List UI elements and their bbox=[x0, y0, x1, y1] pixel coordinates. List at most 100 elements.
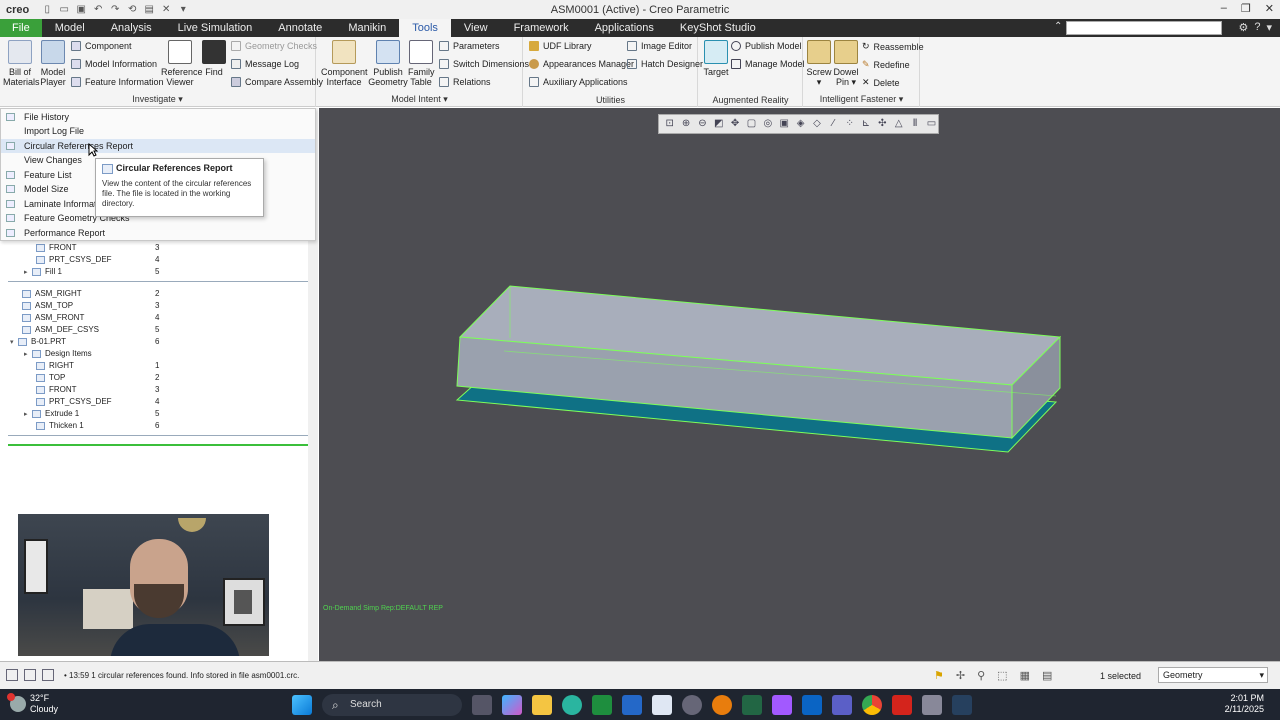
taskbar-search[interactable]: Search bbox=[322, 694, 462, 716]
chrome-icon[interactable] bbox=[862, 695, 882, 715]
tree-row[interactable]: FRONT bbox=[36, 385, 77, 394]
tree-row[interactable]: ASM_RIGHT bbox=[22, 289, 82, 298]
menu-item-import-log-file[interactable]: Import Log File bbox=[1, 124, 315, 138]
edge-icon[interactable] bbox=[562, 695, 582, 715]
redo-icon[interactable]: ↷ bbox=[109, 4, 121, 16]
settings-app-icon[interactable] bbox=[682, 695, 702, 715]
screw-button[interactable]: Screw ▾ bbox=[806, 40, 832, 87]
component-button[interactable]: Component bbox=[71, 41, 132, 51]
browser-toggle-icon[interactable] bbox=[24, 669, 36, 681]
file-explorer-icon[interactable] bbox=[532, 695, 552, 715]
bill-of-materials-button[interactable]: Bill of Materials bbox=[3, 40, 40, 87]
settings-icon[interactable]: ⚙ bbox=[1238, 21, 1248, 34]
find-status-icon[interactable]: ⚲ bbox=[977, 669, 985, 682]
teams-icon[interactable] bbox=[832, 695, 852, 715]
family-table-button[interactable]: Family Table bbox=[408, 40, 435, 87]
weather-widget[interactable]: 32°F Cloudy bbox=[7, 693, 58, 715]
windows-start-icon[interactable] bbox=[292, 695, 312, 715]
flag-icon[interactable]: ⚑ bbox=[934, 669, 944, 682]
expand-caret-icon[interactable]: ▸ bbox=[24, 350, 32, 358]
tree-row[interactable]: Thicken 1 bbox=[36, 421, 84, 430]
tree-row[interactable]: PRT_CSYS_DEF bbox=[36, 397, 112, 406]
tab-analysis[interactable]: Analysis bbox=[98, 19, 165, 37]
tree-row[interactable]: ASM_TOP bbox=[22, 301, 73, 310]
command-search-input[interactable] bbox=[1066, 21, 1222, 35]
restore-icon[interactable]: ❐ bbox=[1241, 2, 1251, 15]
tab-file[interactable]: File bbox=[0, 19, 42, 37]
tree-row[interactable]: ASM_DEF_CSYS bbox=[22, 325, 99, 334]
image-editor-button[interactable]: Image Editor bbox=[627, 41, 692, 51]
taskbar-clock[interactable]: 2:01 PM 2/11/2025 bbox=[1225, 693, 1264, 715]
save-icon[interactable]: ▣ bbox=[75, 4, 87, 16]
tree-row[interactable]: TOP bbox=[36, 373, 65, 382]
active-window-icon[interactable] bbox=[652, 695, 672, 715]
selection-buffer-icon[interactable]: ▤ bbox=[1042, 669, 1052, 682]
tab-framework[interactable]: Framework bbox=[501, 19, 582, 37]
minimize-icon[interactable]: – bbox=[1221, 2, 1227, 15]
tree-row[interactable]: PRT_CSYS_DEF bbox=[36, 255, 112, 264]
geometry-checks-button[interactable]: Geometry Checks bbox=[231, 41, 317, 51]
help-icon[interactable]: ? bbox=[1254, 21, 1260, 34]
redefine-button[interactable]: ✎ Redefine bbox=[862, 59, 910, 70]
collapse-ribbon-icon[interactable]: ⌃ bbox=[1054, 21, 1062, 32]
auxiliary-applications-button[interactable]: Auxiliary Applications bbox=[529, 77, 628, 87]
tree-row[interactable]: RIGHT bbox=[36, 361, 74, 370]
insert-here-marker[interactable] bbox=[8, 444, 313, 446]
customize-qat-icon[interactable]: ▾ bbox=[177, 4, 189, 16]
switch-dimensions-button[interactable]: Switch Dimensions bbox=[439, 59, 529, 69]
expand-caret-icon[interactable]: ▸ bbox=[24, 268, 32, 276]
open-icon[interactable]: ▭ bbox=[58, 4, 70, 16]
menu-item-file-history[interactable]: File History bbox=[1, 110, 315, 124]
tab-tools[interactable]: Tools bbox=[399, 19, 451, 37]
powershell-icon[interactable] bbox=[952, 695, 972, 715]
tree-row[interactable]: FRONT bbox=[36, 243, 77, 252]
copilot-icon[interactable] bbox=[502, 695, 522, 715]
snipping-icon[interactable] bbox=[922, 695, 942, 715]
terminal-icon[interactable] bbox=[742, 695, 762, 715]
window-icon[interactable]: ▤ bbox=[143, 4, 155, 16]
tab-live-simulation[interactable]: Live Simulation bbox=[165, 19, 266, 37]
appearances-manager-button[interactable]: Appearances Manager bbox=[529, 59, 634, 69]
dowel-pin-button[interactable]: Dowel Pin ▾ bbox=[833, 40, 859, 87]
tab-view[interactable]: View bbox=[451, 19, 501, 37]
selection-filter-select[interactable]: Geometry ▾ bbox=[1158, 667, 1268, 683]
tree-row[interactable]: ▸ Design Items bbox=[24, 349, 92, 358]
close-icon[interactable]: ✕ bbox=[1265, 2, 1274, 15]
tab-manikin[interactable]: Manikin bbox=[335, 19, 399, 37]
model-information-button[interactable]: Model Information bbox=[71, 59, 157, 69]
fullscreen-icon[interactable] bbox=[42, 669, 54, 681]
navigator-toggle-icon[interactable] bbox=[6, 669, 18, 681]
graphics-window[interactable]: ⊡ ⊕ ⊖ ◩ ✥ ▢ ◎ ▣ ◈ ◇ ⁄ ⁘ ⊾ ✣ △ Ⅱ ▭ On-Dem… bbox=[319, 108, 1280, 661]
figma-icon[interactable] bbox=[772, 695, 792, 715]
excel-icon[interactable] bbox=[592, 695, 612, 715]
regenerate-icon[interactable]: ⟲ bbox=[126, 4, 138, 16]
compare-assembly-button[interactable]: Compare Assembly bbox=[231, 77, 323, 87]
feature-information-button[interactable]: Feature Information bbox=[71, 77, 164, 87]
message-log-button[interactable]: Message Log bbox=[231, 59, 299, 69]
publish-geometry-button[interactable]: Publish Geometry bbox=[368, 40, 408, 87]
menu-item-performance-report[interactable]: Performance Report bbox=[1, 226, 315, 240]
tree-row[interactable]: ▸ Fill 1 bbox=[24, 267, 62, 276]
model-player-button[interactable]: Model Player bbox=[39, 40, 67, 87]
tree-row[interactable]: ASM_FRONT bbox=[22, 313, 84, 322]
manage-model-button[interactable]: Manage Model bbox=[731, 59, 805, 69]
task-view-icon[interactable] bbox=[472, 695, 492, 715]
collapse-caret-icon[interactable]: ▾ bbox=[10, 338, 18, 346]
creo-app-icon[interactable] bbox=[622, 695, 642, 715]
3d-model-viewport[interactable] bbox=[319, 108, 1280, 661]
group-title-model-intent[interactable]: Model Intent ▾ bbox=[317, 94, 522, 105]
blender-icon[interactable] bbox=[712, 695, 732, 715]
undo-icon[interactable]: ↶ bbox=[92, 4, 104, 16]
regen-status-icon[interactable]: ✢ bbox=[956, 669, 965, 682]
menu-item-circular-references-report[interactable]: Circular References Report bbox=[1, 139, 315, 153]
close-window-icon[interactable]: ✕ bbox=[160, 4, 172, 16]
reassemble-button[interactable]: ↻ Reassemble bbox=[862, 41, 924, 52]
more-icon[interactable]: ▾ bbox=[1266, 21, 1272, 34]
acrobat-icon[interactable] bbox=[892, 695, 912, 715]
selection-box-icon[interactable]: ⬚ bbox=[997, 669, 1007, 682]
reference-viewer-button[interactable]: Reference Viewer bbox=[161, 40, 203, 87]
expand-caret-icon[interactable]: ▸ bbox=[24, 410, 32, 418]
new-icon[interactable]: ▯ bbox=[41, 4, 53, 16]
udf-library-button[interactable]: UDF Library bbox=[529, 41, 592, 51]
tab-annotate[interactable]: Annotate bbox=[265, 19, 335, 37]
